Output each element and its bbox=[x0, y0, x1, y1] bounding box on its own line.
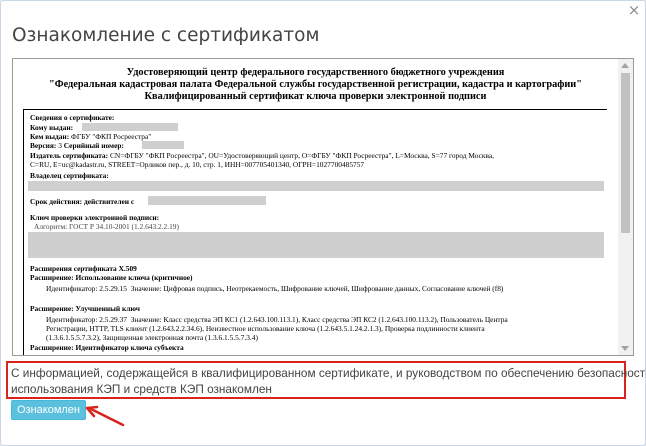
key-usage-label: Расширение: Использование ключа (критичн… bbox=[30, 273, 193, 282]
agreement-line-1: С информацией, содержащейся в квалифицир… bbox=[11, 366, 646, 380]
validity-label: Срок действия: действителен с bbox=[30, 197, 135, 206]
close-icon[interactable]: × bbox=[623, 1, 645, 21]
dialog-title: Ознакомление с сертификатом bbox=[12, 25, 320, 46]
subject-key-label: Расширение: Идентификатор ключа субъекта bbox=[30, 343, 184, 352]
key-label: Ключ проверки электронной подписи: bbox=[30, 213, 160, 222]
owner-label: Владелец сертификата: bbox=[30, 171, 109, 180]
issuer-row-cont: C=RU, E=uc@kadastr.ru, STREET=Орликов пе… bbox=[30, 160, 365, 169]
x509-label: Расширения сертификата X.509 bbox=[30, 264, 137, 273]
certificate-viewer[interactable]: Удостоверяющий центр федерального госуда… bbox=[12, 58, 634, 356]
vertical-scrollbar[interactable] bbox=[618, 59, 633, 355]
info-title: Сведения о сертификате: bbox=[30, 113, 115, 122]
ext-key-usage-row-cont-2: (1.3.6.1.5.5.7.3.2), Защищенная электрон… bbox=[46, 333, 258, 342]
certificate-document: Удостоверяющий центр федерального госуда… bbox=[13, 59, 618, 355]
annotation-arrow-icon bbox=[85, 405, 125, 427]
agreement-line-2: использования КЭП и средств КЭП ознакомл… bbox=[11, 382, 272, 396]
cert-header-line-2: "Федеральная кадастровая палата Федераль… bbox=[49, 79, 582, 90]
scrollbar-thumb[interactable] bbox=[621, 73, 630, 233]
issued-by-row: Кем выдан: ФГБУ "ФКП Росреестра" bbox=[30, 132, 152, 141]
redacted-public-key bbox=[28, 232, 604, 258]
agreement-text-highlight: С информацией, содержащейся в квалифицир… bbox=[6, 361, 646, 399]
ext-key-usage-label: Расширение: Улучшенный ключ bbox=[30, 304, 140, 313]
cert-header-line-1: Удостоверяющий центр федерального госуда… bbox=[126, 67, 505, 78]
scroll-up-icon[interactable] bbox=[621, 63, 629, 68]
scroll-down-icon[interactable] bbox=[621, 346, 629, 351]
key-usage-row: Идентификатор: 2.5.29.15 Значение: Цифро… bbox=[46, 284, 504, 293]
issuer-row: Издатель сертификата: CN=ФГБУ "ФКП Росре… bbox=[30, 151, 494, 160]
certificate-details: Сведения о сертификате: Кому выдан: Кем … bbox=[23, 109, 607, 355]
ext-key-usage-row: Идентификатор: 2.5.29.37 Значение: Класс… bbox=[46, 315, 508, 324]
ext-key-usage-row-cont-1: Регистрации, HTTP, TLS клиент (1.2.643.2… bbox=[46, 324, 485, 333]
algorithm-row: Алгоритм: ГОСТ Р 34.10-2001 (1.2.643.2.2… bbox=[34, 222, 179, 231]
redacted-serial bbox=[142, 141, 184, 149]
redacted-validity bbox=[148, 196, 266, 205]
certificate-review-dialog: × Ознакомление с сертификатом Удостоверя… bbox=[0, 0, 646, 446]
version-row: Версия: 3 Серийный номер: bbox=[30, 141, 124, 150]
issued-to-label: Кому выдан: bbox=[30, 123, 74, 132]
cert-header-line-3: Квалифицированный сертификат ключа прове… bbox=[144, 91, 487, 102]
redacted-owner bbox=[28, 181, 604, 191]
redacted-issued-to bbox=[82, 123, 178, 131]
confirm-acknowledged-button[interactable]: Ознакомлен bbox=[11, 400, 86, 420]
